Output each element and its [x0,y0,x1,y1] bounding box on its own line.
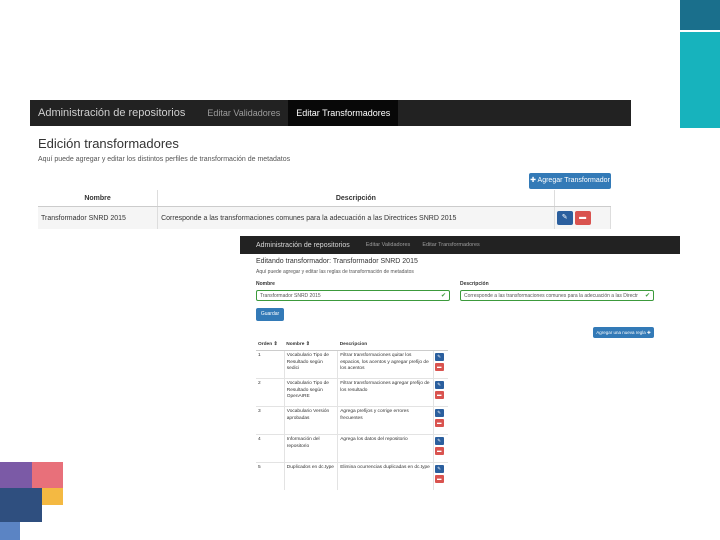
table-row: 4 Información del repositorio Agrega los… [256,434,448,463]
plus-icon: ✚ [647,330,651,335]
column-header-nombre[interactable]: Nombre ⇕ [284,338,338,351]
cell-nombre: Transformador SNRD 2015 [38,206,159,229]
nav-item-editar-validadores[interactable]: Editar Validadores [360,242,417,248]
add-transformer-button[interactable]: ✚ Agregar Transformador [529,173,611,189]
column-header-orden[interactable]: Orden ⇕ [256,338,285,351]
nav-item-editar-transformadores[interactable]: Editar Transformadores [288,100,399,126]
cell-descripcion: Filtrar transformaciones agregar prefijo… [337,378,434,407]
plus-icon: ✚ [530,177,536,184]
cell-nombre: Vocabulario Tipo de Resultado según Open… [284,378,339,407]
table-header-row: Orden ⇕ Nombre ⇕ Descripcion [256,338,448,351]
table-row: Transformador SNRD 2015 Corresponde a la… [38,206,612,229]
cell-descripcion: Agrega los datos del repositorio [337,434,434,463]
nav-item-editar-validadores[interactable]: Editar Validadores [199,100,288,126]
top-navbar: Administración de repositorios Editar Va… [30,100,631,126]
cell-actions: ✎ ▬ [433,350,448,379]
trash-icon[interactable]: ▬ [434,447,444,455]
page-subtitle: Aquí puede agregar y editar las reglas d… [256,269,414,275]
decor-block-teal [680,32,720,128]
cell-orden: 5 [256,462,285,490]
column-header-nombre: Nombre [38,190,159,207]
cell-actions: ✎ ▬ [433,406,448,435]
decor-block-pink [32,462,63,488]
pencil-icon[interactable]: ✎ [434,381,444,389]
descripcion-label: Descripción [460,281,489,287]
cell-actions: ✎ ▬ [433,462,448,490]
pencil-icon[interactable]: ✎ [434,409,444,417]
trash-icon[interactable]: ▬ [434,475,444,483]
decor-block-navy [0,488,42,522]
table-row: 5 Duplicados en dc.type Elimina ocurrenc… [256,462,448,490]
pencil-icon[interactable]: ✎ [556,211,573,225]
nombre-field[interactable]: Transformador SNRD 2015 ✔ [256,290,450,301]
table-row: 1 Vocabulario Tipo de Resultado según se… [256,350,448,379]
cell-descripcion: Agrega prefijos y corrige errores frecue… [337,406,434,435]
trash-icon[interactable]: ▬ [434,363,444,371]
add-transformer-label: Agregar Transformador [537,177,610,184]
navbar-brand[interactable]: Administración de repositorios [240,242,360,249]
nombre-value: Transformador SNRD 2015 [260,293,321,299]
cell-actions: ✎ ▬ [554,206,612,229]
descripcion-value: Corresponde a las transformaciones comun… [464,293,638,299]
cell-descripcion: Elimina ocurrencias duplicadas en dc.typ… [337,462,434,490]
decor-block-teal-dark [680,0,720,30]
decor-block-purple [0,462,32,488]
decor-block-blue [0,522,20,540]
add-rule-button[interactable]: Agregar una nueva regla ✚ [593,327,654,338]
cell-orden: 2 [256,378,285,407]
page-subtitle: Aquí puede agregar y editar los distinto… [38,156,291,163]
check-icon: ✔ [440,293,446,299]
navbar-brand[interactable]: Administración de repositorios [30,107,199,119]
sort-icon: ⇕ [305,341,310,347]
cell-orden: 1 [256,350,285,379]
column-header-descripcion: Descripción [157,190,555,207]
transformers-list-screenshot: Administración de repositorios Editar Va… [30,100,631,230]
nombre-label: Nombre [256,281,275,287]
table-header-row: Nombre Descripción [38,190,611,207]
trash-icon[interactable]: ▬ [434,419,444,427]
decor-block-yellow [42,488,63,505]
cell-orden: 4 [256,434,285,463]
rules-table: Orden ⇕ Nombre ⇕ Descripcion 1 Vocabular… [256,338,448,490]
edit-transformer-screenshot: Administración de repositorios Editar Va… [240,236,680,540]
trash-icon[interactable]: ▬ [434,391,444,399]
column-header-descripcion: Descripcion [337,338,434,351]
cell-nombre: Duplicados en dc.type [284,462,339,490]
column-header-actions [433,338,448,351]
cell-descripcion: Corresponde a las transformaciones comun… [157,206,555,229]
top-navbar: Administración de repositorios Editar Va… [240,236,680,254]
cell-orden: 3 [256,406,285,435]
pencil-icon[interactable]: ✎ [434,465,444,473]
cell-nombre: Vocabulario Versión aprobadas [284,406,339,435]
trash-icon[interactable]: ▬ [574,211,591,225]
cell-nombre: Información del repositorio [284,434,339,463]
table-row: 3 Vocabulario Versión aprobadas Agrega p… [256,406,448,435]
cell-nombre: Vocabulario Tipo de Resultado según sedi… [284,350,339,379]
column-header-actions [554,190,611,207]
cell-actions: ✎ ▬ [433,434,448,463]
nav-item-editar-transformadores[interactable]: Editar Transformadores [416,242,485,248]
transformers-table: Nombre Descripción Transformador SNRD 20… [38,190,612,229]
descripcion-field[interactable]: Corresponde a las transformaciones comun… [460,290,654,301]
cell-descripcion: Filtrar transformaciones quitar los espa… [337,350,434,379]
pencil-icon[interactable]: ✎ [434,353,444,361]
save-button[interactable]: Guardar [256,308,284,321]
page-title: Editando transformador: Transformador SN… [256,258,418,265]
check-icon: ✔ [644,293,650,299]
cell-actions: ✎ ▬ [433,378,448,407]
pencil-icon[interactable]: ✎ [434,437,444,445]
page-title: Edición transformadores [38,136,179,151]
table-row: 2 Vocabulario Tipo de Resultado según Op… [256,378,448,407]
add-rule-label: Agregar una nueva regla [596,330,646,335]
sort-icon: ⇕ [273,341,278,347]
